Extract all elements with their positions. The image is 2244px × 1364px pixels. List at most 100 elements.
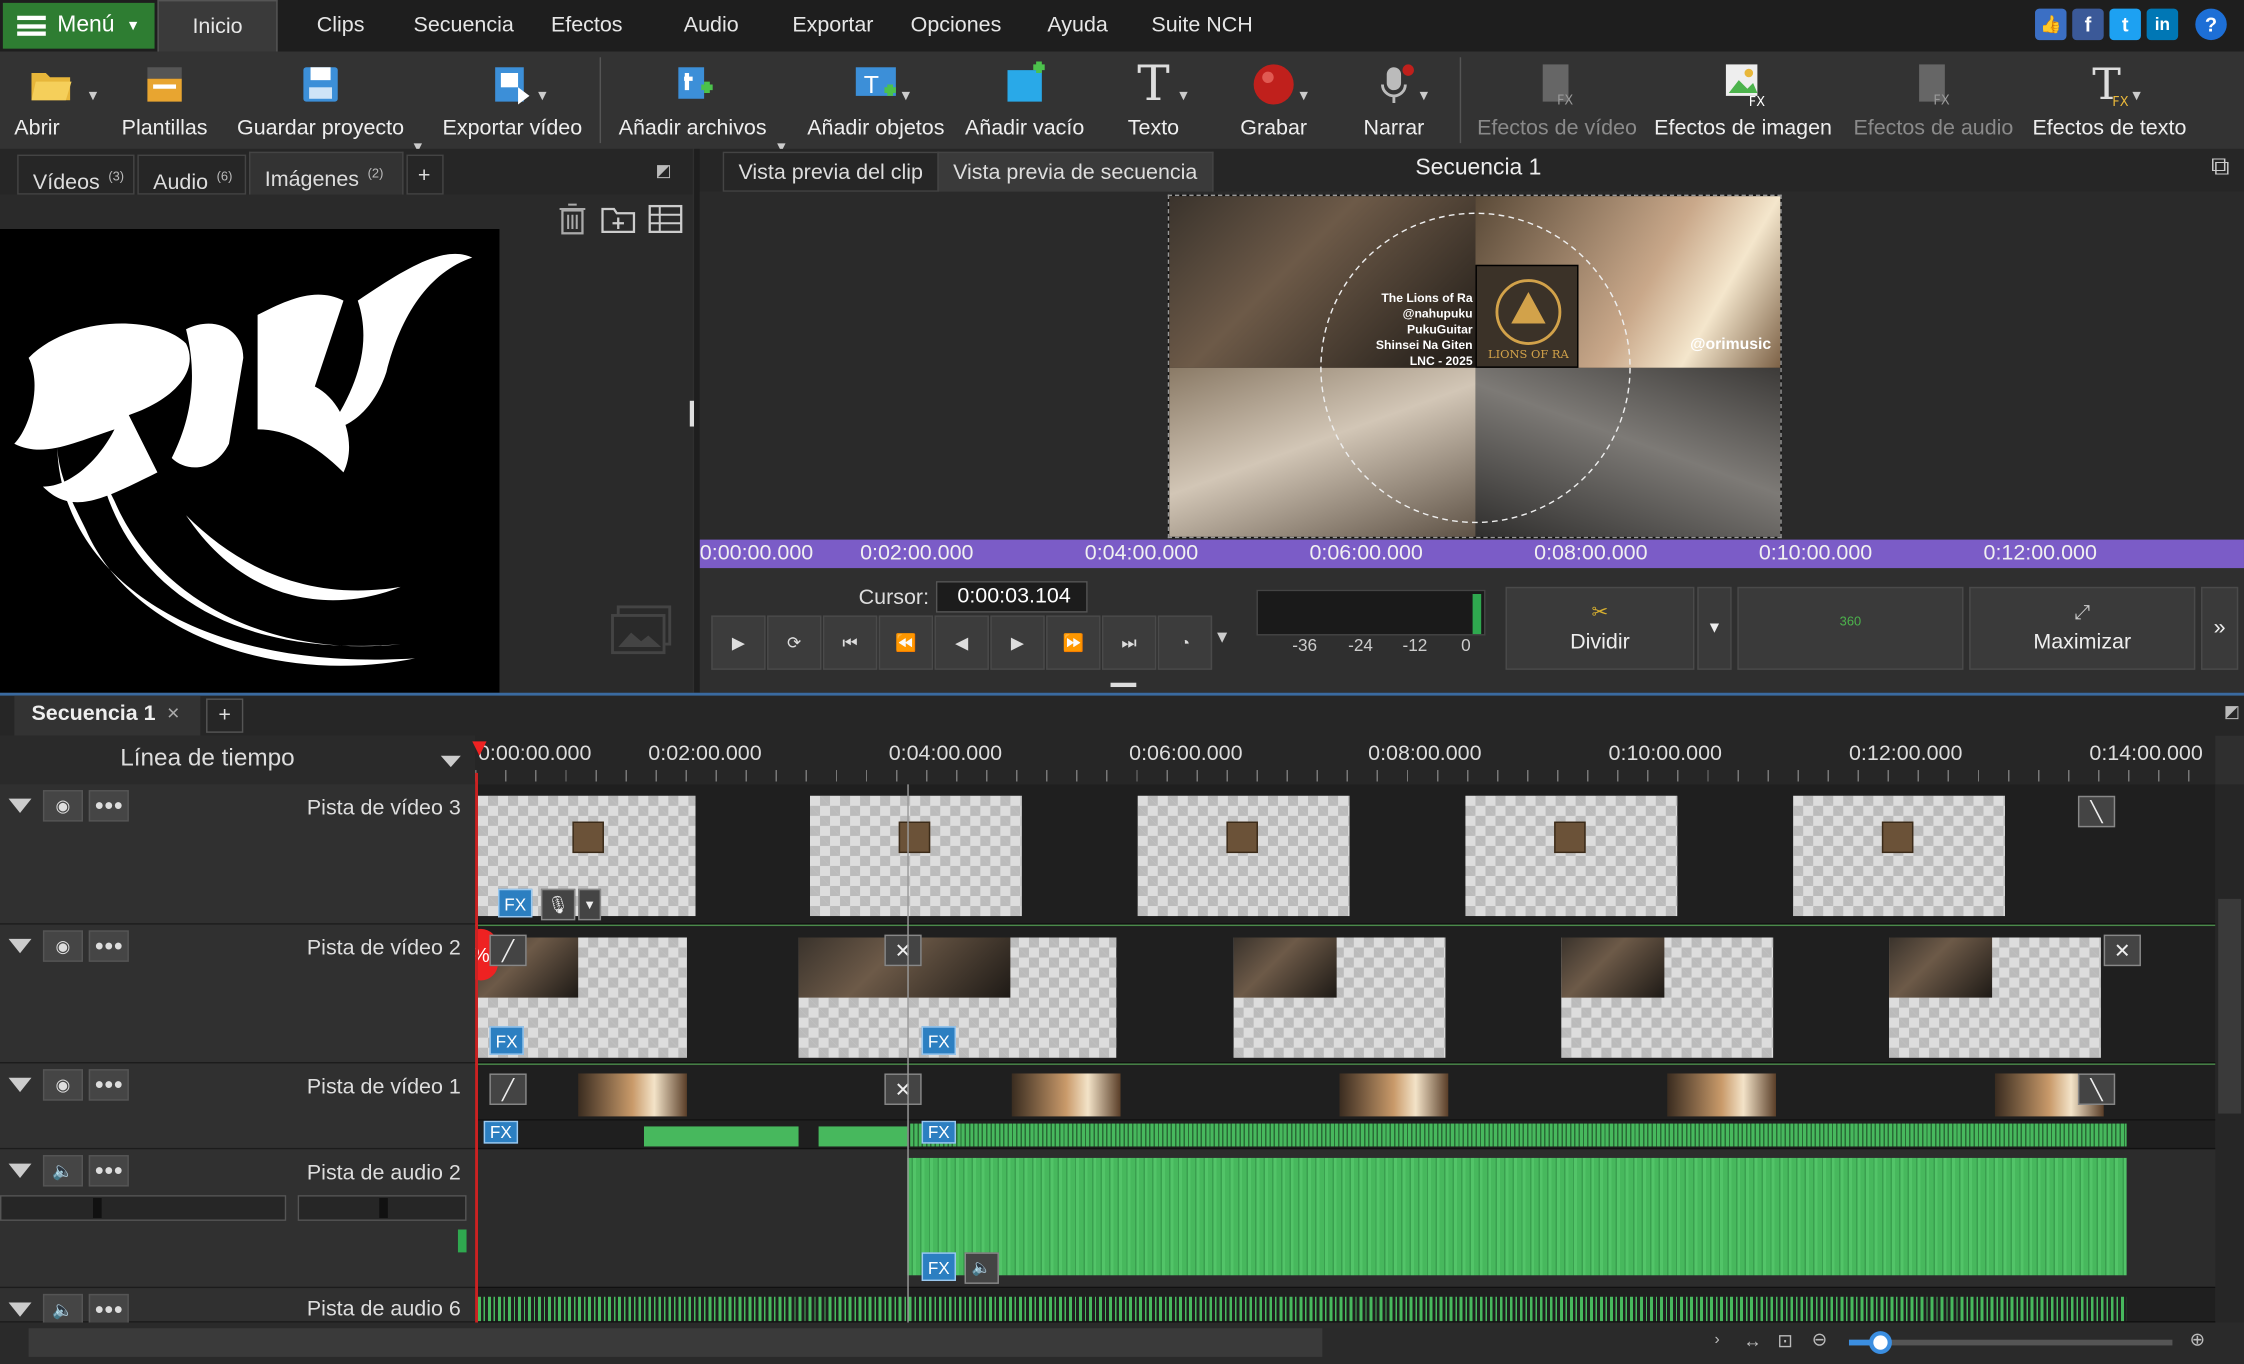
tab-audio-bin[interactable]: Audio (6) — [137, 154, 247, 195]
main-menu-button[interactable]: Menú ▼ — [2, 2, 155, 49]
tab-secuencia[interactable]: Secuencia — [406, 0, 520, 52]
dropdown-arrow-icon[interactable]: ▼ — [899, 89, 913, 105]
clip-video[interactable] — [1233, 937, 1446, 1058]
fx-badge[interactable]: FX — [921, 1120, 956, 1144]
fx-badge[interactable]: FX — [498, 888, 533, 918]
dropdown-arrow-icon[interactable]: ▼ — [1176, 89, 1190, 105]
tab-secuencia-1[interactable]: Secuencia 1 × — [14, 695, 201, 736]
speaker-icon[interactable]: 🔈 — [964, 1252, 999, 1284]
vertical-scrollbar[interactable] — [2215, 784, 2244, 1323]
clip-overlay[interactable] — [1465, 795, 1678, 917]
collapse-triangle-icon[interactable] — [8, 1163, 32, 1178]
clip-video[interactable] — [1561, 937, 1774, 1058]
sequence-preview-frame[interactable]: LIONS OF RA The Lions of Ra @nahupuku Pu… — [1167, 194, 1782, 539]
lane-audio-6[interactable] — [475, 1288, 2216, 1323]
list-view-icon[interactable] — [648, 203, 683, 234]
clip-video[interactable] — [578, 1073, 687, 1117]
dropdown-arrow-icon[interactable]: ▼ — [535, 89, 549, 105]
dropdown-arrow-icon[interactable]: ▼ — [86, 89, 100, 105]
cursor-time-field[interactable]: 0:00:03.104 — [935, 581, 1088, 613]
pan-slider[interactable] — [297, 1195, 467, 1221]
collapse-triangle-icon[interactable] — [8, 1302, 32, 1317]
maximizar-button[interactable]: ⤢ Maximizar — [1969, 586, 2196, 670]
slider-thumb[interactable] — [379, 1197, 388, 1219]
efectos-audio-button[interactable]: FX Efectos de audio — [1849, 52, 2018, 149]
zoom-slider[interactable] — [1848, 1331, 2173, 1355]
dividir-button[interactable]: ✂ Dividir — [1505, 586, 1695, 670]
timeline-header[interactable]: Línea de tiempo — [0, 735, 476, 785]
tab-inicio[interactable]: Inicio — [157, 0, 278, 52]
eye-icon[interactable]: ◉ — [42, 1069, 84, 1101]
scroll-thumb[interactable] — [2218, 898, 2242, 1114]
rewind-button[interactable]: ◀ — [934, 615, 989, 670]
clip-overlay[interactable] — [1137, 795, 1350, 917]
tab-videos[interactable]: Vídeos (3) — [17, 154, 135, 195]
like-icon[interactable]: 👍 — [2035, 8, 2067, 41]
go-to-end-button[interactable]: ⏭ — [1101, 615, 1157, 670]
abrir-button[interactable]: Abrir ▼ — [6, 52, 100, 149]
tab-imagenes[interactable]: Imágenes (2) — [249, 151, 404, 195]
grabar-button[interactable]: Grabar ▼ — [1228, 52, 1320, 149]
dropdown-arrow-icon[interactable]: ▼ — [578, 888, 602, 921]
fx-badge[interactable]: FX — [921, 1026, 956, 1055]
efectos-video-button[interactable]: FX Efectos de vídeo — [1474, 52, 1640, 149]
vr-360-button[interactable]: 360 — [1737, 586, 1964, 670]
collapse-triangle-icon[interactable] — [8, 1077, 32, 1093]
clip-video[interactable] — [1011, 1073, 1121, 1117]
anadir-objetos-button[interactable]: T Añadir objetos ▼ — [801, 52, 950, 149]
dropdown-arrow-icon[interactable]: ▼ — [1417, 89, 1431, 105]
speed-button[interactable]: ◔ — [1157, 615, 1213, 670]
facebook-icon[interactable]: f — [2072, 8, 2104, 41]
scroll-thumb[interactable] — [28, 1328, 1323, 1357]
tab-efectos[interactable]: Efectos — [541, 0, 633, 52]
efectos-imagen-button[interactable]: FX Efectos de imagen — [1651, 52, 1834, 149]
volume-slider[interactable] — [0, 1195, 287, 1221]
transition-icon[interactable]: ✕ — [884, 1073, 922, 1105]
guardar-proyecto-button[interactable]: Guardar proyecto — [232, 52, 409, 149]
tab-vista-previa-clip[interactable]: Vista previa del clip — [722, 151, 939, 192]
audio-clip-waveform[interactable] — [477, 1296, 2127, 1322]
new-folder-icon[interactable] — [601, 203, 636, 234]
track-header-audio-2[interactable]: 🔈 ●●● Pista de audio 2 — [0, 1149, 476, 1289]
pin-icon[interactable]: ◩ — [2224, 701, 2240, 721]
slider-thumb[interactable] — [93, 1197, 102, 1219]
track-header-video-3[interactable]: ◉ ●●● Pista de vídeo 3 — [0, 784, 476, 925]
scroll-right-icon[interactable]: › — [1714, 1331, 1719, 1348]
fade-out-icon[interactable]: ╲ — [2077, 1073, 2116, 1105]
clip-video[interactable] — [798, 937, 1117, 1058]
collapse-triangle-icon[interactable] — [8, 798, 32, 813]
fade-out-icon[interactable]: ╲ — [2077, 795, 2116, 828]
transition-icon[interactable]: ✕ — [884, 934, 922, 967]
group-icon[interactable]: ●●● — [88, 930, 129, 962]
fade-in-icon[interactable]: ╱ — [489, 934, 527, 967]
next-frame-button[interactable]: ⏩ — [1046, 615, 1101, 670]
chevron-down-icon[interactable] — [440, 755, 461, 768]
speaker-icon[interactable]: 🔈 — [42, 1155, 84, 1187]
go-to-start-button[interactable]: ⏮ — [822, 615, 878, 670]
tab-opciones[interactable]: Opciones — [902, 0, 1011, 52]
anadir-archivos-button[interactable]: Añadir archivos — [613, 52, 773, 149]
tab-suite-nch[interactable]: Suite NCH — [1142, 0, 1262, 52]
efectos-texto-button[interactable]: T FX Efectos de texto ▼ — [2026, 52, 2192, 149]
clip-video[interactable] — [1339, 1073, 1449, 1117]
group-icon[interactable]: ●●● — [88, 1069, 129, 1101]
zoom-fit-icon[interactable]: ⊡ — [1777, 1330, 1793, 1353]
pin-icon[interactable]: ◩ — [655, 160, 671, 180]
fx-badge[interactable]: FX — [489, 1026, 524, 1055]
forward-button[interactable]: ▶ — [990, 615, 1045, 670]
lane-video-1-audio[interactable]: FX FX — [475, 1120, 2216, 1150]
tab-ayuda[interactable]: Ayuda — [1036, 0, 1119, 52]
lane-video-1[interactable]: ╱ ✕ ╲ — [475, 1063, 2216, 1121]
add-sequence-button[interactable]: + — [206, 698, 244, 733]
dropdown-arrow-icon[interactable]: ▼ — [1297, 89, 1311, 105]
tab-vista-previa-secuencia[interactable]: Vista previa de secuencia — [937, 151, 1214, 192]
dropdown-arrow-icon[interactable]: ▼ — [2129, 89, 2143, 105]
timeline-ruler[interactable]: 0:00:00.000 0:02:00.000 0:04:00.000 0:06… — [472, 735, 2216, 785]
eye-icon[interactable]: ◉ — [42, 790, 84, 822]
add-bin-tab-button[interactable]: + — [406, 154, 444, 195]
clip-overlay[interactable] — [1793, 795, 2005, 917]
tab-exportar[interactable]: Exportar — [781, 0, 884, 52]
tab-audio[interactable]: Audio — [673, 0, 750, 52]
texto-button[interactable]: T Texto ▼ — [1111, 52, 1197, 149]
track-header-video-2[interactable]: ◉ ●●● Pista de vídeo 2 — [0, 924, 476, 1064]
